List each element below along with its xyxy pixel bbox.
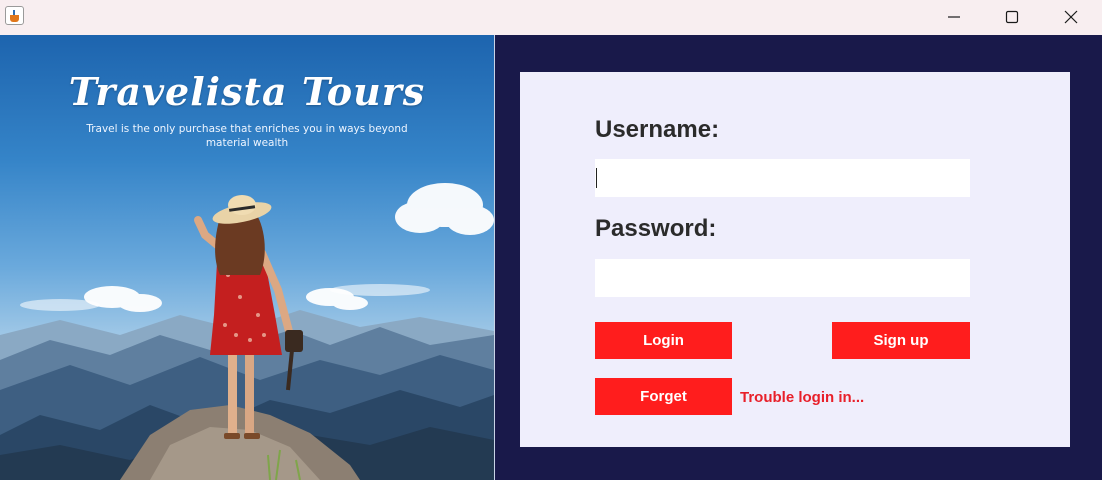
java-app-icon (5, 6, 24, 25)
travel-banner-image: Travelista Tours Travel is the only purc… (0, 35, 494, 480)
password-field[interactable] (595, 259, 970, 297)
signup-button[interactable]: Sign up (832, 322, 970, 359)
close-button[interactable] (1043, 0, 1099, 33)
trouble-login-link[interactable]: Trouble login in... (740, 389, 864, 406)
brand-title: Travelista Tours (68, 69, 426, 114)
password-label: Password: (595, 215, 717, 242)
forget-button[interactable]: Forget (595, 378, 732, 415)
username-field[interactable] (595, 159, 970, 197)
brand-tagline: Travel is the only purchase that enriche… (86, 123, 408, 149)
maximize-icon (1005, 10, 1019, 23)
title-bar (0, 0, 1102, 35)
text-cursor (596, 168, 597, 188)
username-label: Username: (595, 116, 720, 143)
minimize-button[interactable] (926, 0, 982, 33)
maximize-button[interactable] (984, 0, 1040, 33)
close-icon (1064, 10, 1078, 23)
minimize-icon (948, 15, 960, 18)
login-button[interactable]: Login (595, 322, 732, 359)
